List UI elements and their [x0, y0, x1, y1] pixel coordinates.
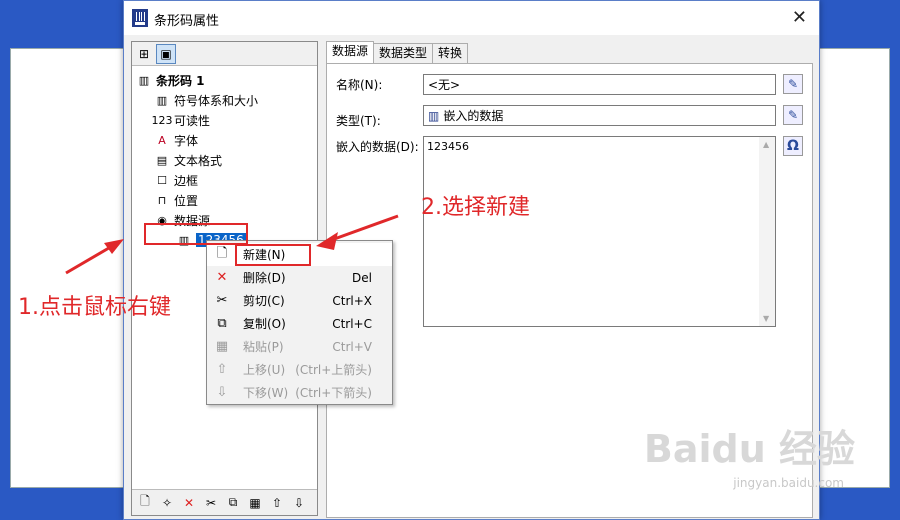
arrow-step2 — [316, 214, 399, 250]
annotation-step2: 2.选择新建 — [421, 195, 530, 220]
annotation-step1: 1.点击鼠标右键 — [18, 295, 171, 320]
watermark-url: jingyan.baidu.com — [733, 476, 844, 490]
watermark-logo: Baidu 经验 — [643, 427, 855, 471]
arrow-step1 — [65, 239, 124, 275]
